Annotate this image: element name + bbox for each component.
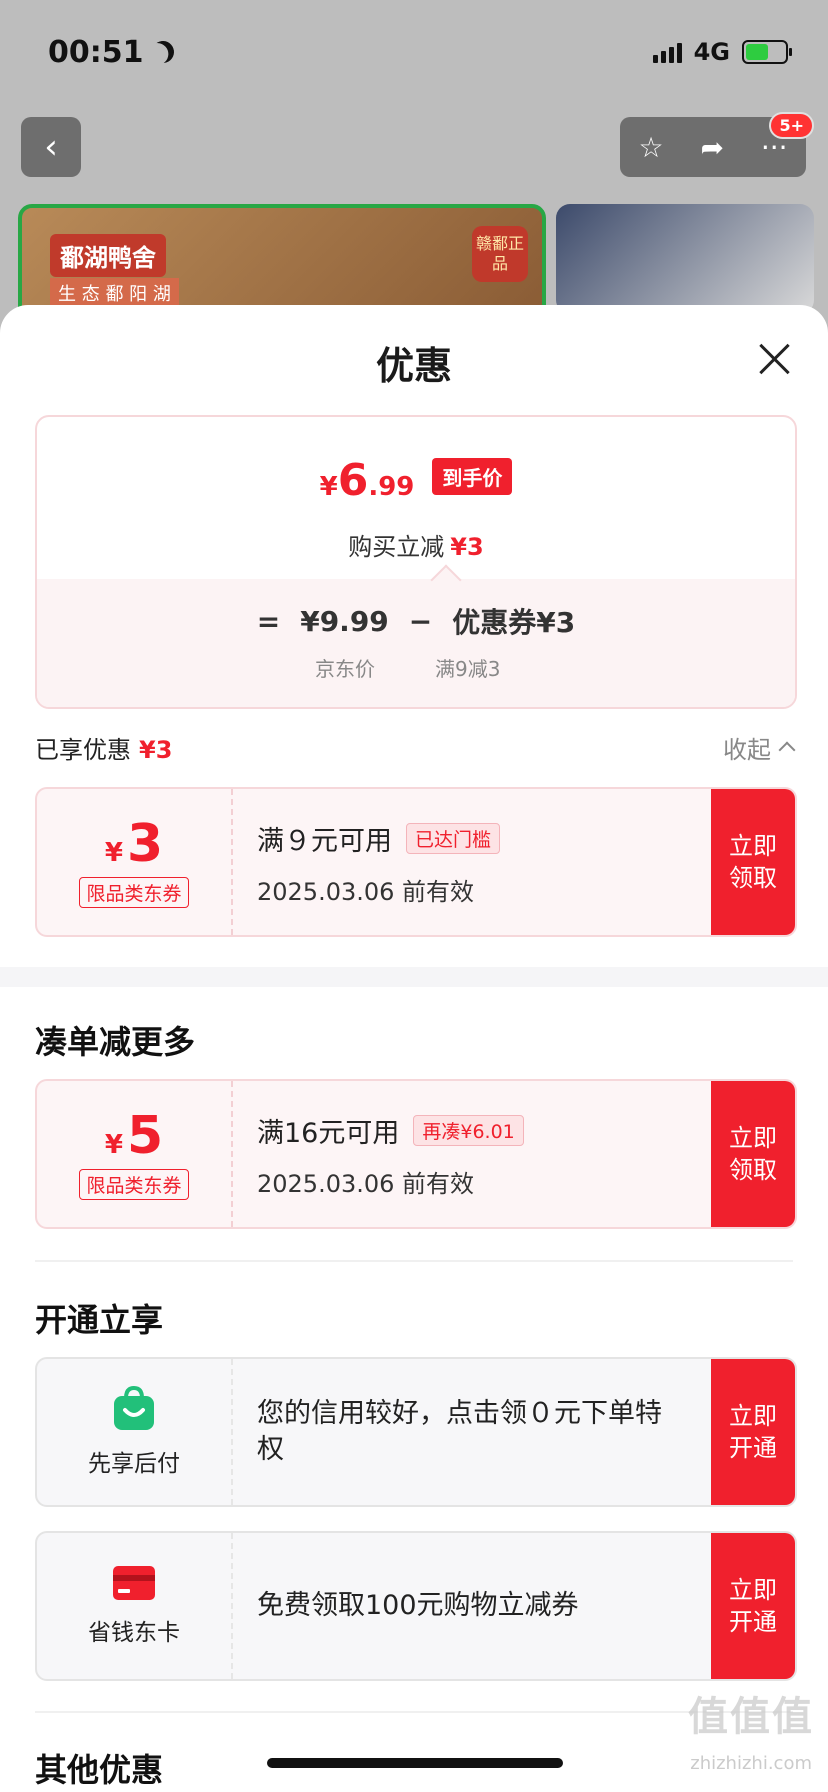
instant-reduction: 购买立减 ¥3: [348, 533, 484, 561]
coupon-rule-label: 满9减3: [435, 657, 501, 681]
coupon-expiry: 2025.03.06 前有效: [257, 878, 475, 906]
service-name: 省钱东卡: [88, 1620, 180, 1646]
activate-button[interactable]: 立即 开通: [711, 1359, 795, 1505]
price-breakdown-card: ¥6.99 到手价 购买立减 ¥3 = ¥9.99 − 优惠券¥3 京东价 满9减…: [35, 415, 797, 709]
card-icon: [113, 1566, 155, 1600]
offers-sheet: 优惠 ¥6.99 到手价 购买立减 ¥3 = ¥9.99 − 优惠券¥3 京东价 …: [0, 305, 828, 1792]
other-discounts-title: 其他优惠: [35, 1751, 164, 1789]
chevron-up-icon: [778, 741, 796, 759]
status-bar: 00:51 4G: [48, 30, 792, 74]
watermark-sub: zhizhizhi.com: [690, 1753, 812, 1774]
activate-button[interactable]: 立即 开通: [711, 1533, 795, 1679]
claim-coupon-button[interactable]: 立即 领取: [711, 789, 795, 935]
signal-icon: [652, 41, 682, 63]
moon-icon: [148, 38, 176, 66]
divider-line: [35, 1711, 793, 1713]
shopping-bag-icon: [114, 1386, 154, 1430]
message-badge: 5+: [769, 112, 814, 139]
final-price: ¥6.99 到手价: [37, 455, 795, 506]
service-description: 免费领取100元购物立减券: [257, 1590, 579, 1621]
coupon-amount: ¥3: [104, 813, 164, 874]
watermark: 值值值: [688, 1694, 814, 1740]
service-name: 先享后付: [88, 1451, 180, 1477]
service-card: 省钱东卡 免费领取100元购物立减券 立即 开通: [35, 1531, 797, 1681]
jd-price-label: 京东价: [315, 657, 375, 681]
more-discounts-title: 凑单减更多: [35, 1023, 196, 1061]
section-divider: [0, 967, 828, 987]
coupon-condition: 满16元可用: [257, 1118, 400, 1149]
brand-sub-label: 生 态 鄱 阳 湖: [50, 278, 179, 308]
enjoyed-label: 已享优惠 ¥3: [35, 735, 173, 764]
share-icon[interactable]: ➦: [700, 131, 723, 164]
divider-line: [35, 1260, 793, 1262]
sheet-title: 优惠: [375, 344, 452, 388]
coupon-status-tag: 已达门槛: [406, 823, 501, 854]
home-indicator: [267, 1758, 563, 1768]
star-icon[interactable]: ☆: [638, 131, 663, 164]
open-benefits-title: 开通立享: [35, 1301, 164, 1339]
coupon-card: ¥5 限品类东券 满16元可用 再凑¥6.01 2025.03.06 前有效 立即…: [35, 1079, 797, 1229]
collapse-button[interactable]: 收起: [723, 730, 796, 765]
coupon-status-tag: 再凑¥6.01: [413, 1115, 524, 1146]
price-calculation: = ¥9.99 − 优惠券¥3: [256, 604, 576, 640]
seal-badge: 赣鄱正品: [472, 226, 528, 282]
coupon-type: 限品类东券: [79, 876, 189, 908]
close-icon[interactable]: [758, 343, 790, 375]
claim-coupon-button[interactable]: 立即 领取: [711, 1081, 795, 1227]
service-card: 先享后付 您的信用较好，点击领０元下单特权 立即 开通: [35, 1357, 797, 1507]
final-price-tag: 到手价: [432, 458, 513, 495]
brand-label: 鄱湖鸭舍: [50, 234, 166, 277]
product-image-alt[interactable]: [556, 204, 814, 314]
battery-icon: [742, 40, 792, 64]
enjoyed-discount-row: 已享优惠 ¥3 收起: [35, 727, 796, 767]
status-time: 00:51: [48, 35, 174, 70]
coupon-expiry: 2025.03.06 前有效: [257, 1170, 475, 1198]
coupon-card: ¥3 限品类东券 满９元可用 已达门槛 2025.03.06 前有效 立即 领取: [35, 787, 797, 937]
coupon-amount: ¥5: [104, 1105, 164, 1166]
coupon-condition: 满９元可用: [257, 826, 392, 857]
service-description: 您的信用较好，点击领０元下单特权: [257, 1398, 662, 1465]
network-label: 4G: [693, 38, 730, 66]
coupon-type: 限品类东券: [79, 1168, 189, 1200]
back-button[interactable]: ‹: [21, 117, 81, 177]
chevron-left-icon: ‹: [44, 127, 58, 167]
